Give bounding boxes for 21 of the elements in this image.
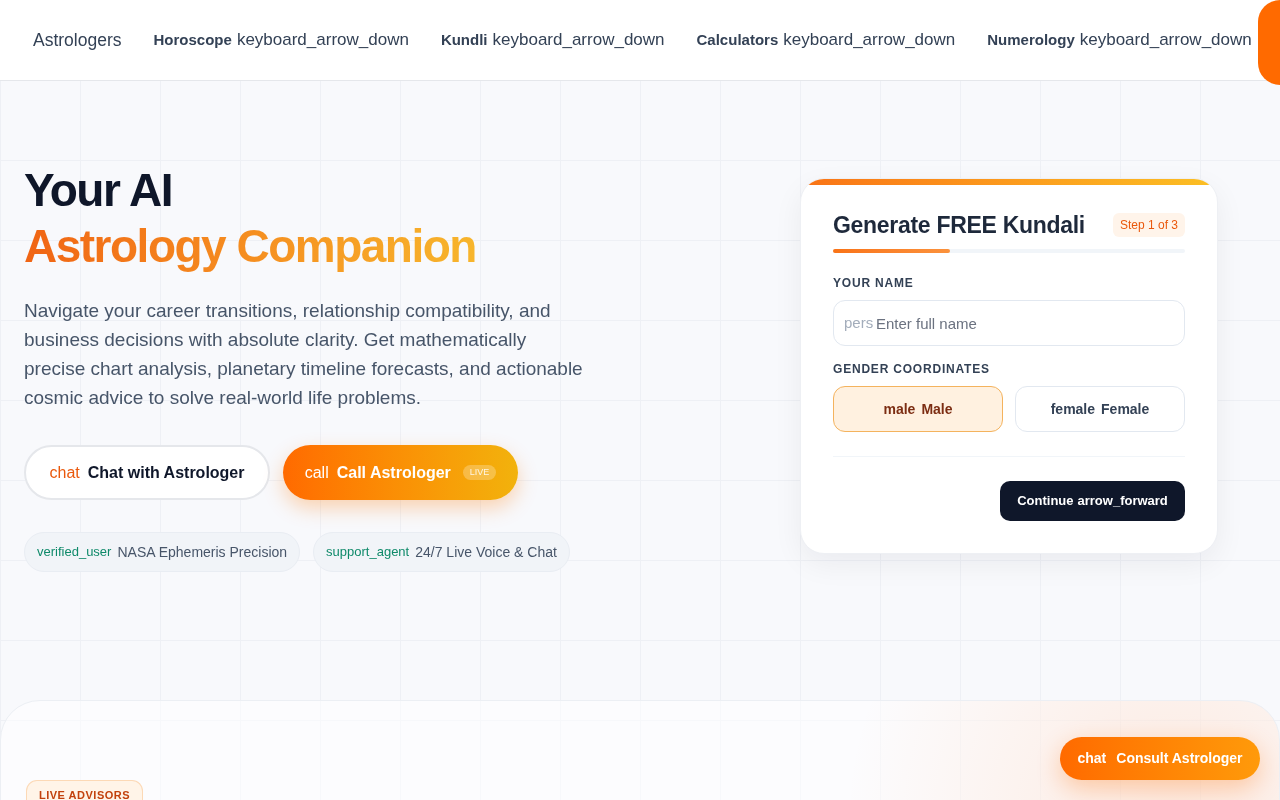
- live-badge: LIVE: [462, 464, 497, 481]
- feature-pill: verified_user NASA Ephemeris Precision: [24, 532, 301, 572]
- gender-option[interactable]: male Male: [833, 386, 1003, 432]
- field-label: GENDER COORDINATES: [833, 361, 991, 377]
- chat-button[interactable]: chat Chat with Astrologer: [24, 445, 270, 500]
- step-badge: Step 1 of 3: [1112, 213, 1185, 237]
- continue-button[interactable]: Continue arrow_forward: [1000, 481, 1185, 521]
- live-advisors-badge: LIVE ADVISORS: [26, 780, 144, 800]
- nav-cta-button[interactable]: [1258, 0, 1280, 85]
- nav-link[interactable]: Horoscope keyboard_arrow_down: [153, 27, 409, 53]
- gender-option[interactable]: female Female: [1015, 386, 1185, 432]
- nav-link[interactable]: Kundli keyboard_arrow_down: [440, 27, 665, 53]
- hero-description: Navigate your career transitions, relationship compatibility, and business decisions with absolute clarity. Get mathematically precise chart analysis, planetary timeline forecasts, and actionable cosmic advice to solve real-world life problems.: [24, 299, 584, 410]
- form-title: Generate FREE Kundali: [833, 211, 1085, 240]
- nav-link[interactable]: Calculators keyboard_arrow_down: [696, 27, 956, 53]
- input-icon-text: pers: [844, 313, 874, 333]
- nav-link[interactable]: Astrologers: [33, 26, 122, 54]
- hero-title: Your AI: [24, 163, 172, 218]
- feature-pill: support_agent 24/7 Live Voice & Chat: [313, 532, 570, 572]
- nav-link[interactable]: Numerology keyboard_arrow_down: [987, 27, 1252, 53]
- field-label: YOUR NAME: [833, 275, 915, 291]
